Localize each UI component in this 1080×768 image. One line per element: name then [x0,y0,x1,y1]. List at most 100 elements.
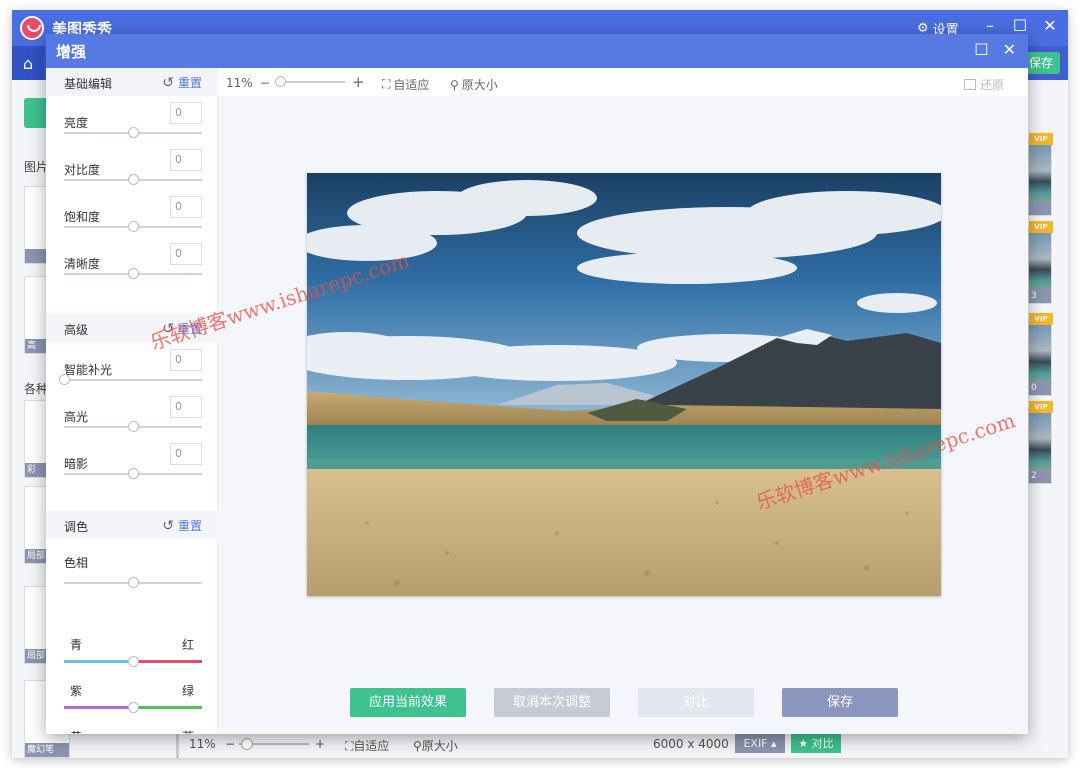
zoom-minus-icon[interactable]: − [225,737,235,751]
maximize-icon[interactable]: ☐ [974,40,988,59]
zoom-slider[interactable] [275,76,345,87]
slider-label: 亮度 [64,116,89,130]
fit-button[interactable]: ⛶ 自适应 [382,76,429,93]
magnifier-icon: ⚲ [413,739,422,753]
dialog-window-controls: ☐ ✕ [974,40,1016,59]
section-basic-title: 基础编辑 [64,77,113,91]
slider-track[interactable] [59,374,202,385]
slider-track[interactable] [64,468,202,479]
zoom-plus-icon[interactable]: + [315,737,325,751]
cancel-adjust-button[interactable]: 取消本次调整 [494,688,610,717]
slider-label: 饱和度 [64,210,101,224]
slider-track[interactable] [64,421,202,432]
slider-row: 高光 0 [46,396,218,442]
slider-label: 暗影 [64,457,89,471]
landscape-photo-image [307,173,941,596]
color-balance-row: 青红 [46,636,218,676]
slider-knob[interactable] [128,421,139,432]
magnifier-icon: ⚲ [450,77,459,92]
slider-value-input[interactable]: 0 [170,196,202,218]
slider-knob[interactable] [128,127,139,138]
basic-reset-button[interactable]: ↺ 重置 [162,74,202,91]
reset-icon: ↺ [162,320,174,337]
slider-value-input[interactable]: 0 [170,443,202,465]
close-icon[interactable]: ✕ [1042,16,1058,35]
status-resolution: 6000 x 4000 [653,737,729,751]
slider-label: 高光 [64,410,89,424]
fit-icon: ⛶ [382,77,391,91]
section-advanced-header: 高级 ↺ 重置 [46,314,218,342]
image-icon [963,79,976,90]
color-balance-row: 黄蓝 [46,728,218,734]
left-label-pictures: 图片 [24,160,49,174]
status-fit-button[interactable]: ⛶自适应 [345,737,389,754]
color-balance-knob[interactable] [128,656,139,667]
close-icon[interactable]: ✕ [1003,40,1016,59]
slider-knob[interactable] [59,374,70,385]
slider-knob[interactable] [128,221,139,232]
enhance-dialog: 增强 ☐ ✕ 基础编辑 ↺ 重置 亮度 0 对比度 0 饱和度 0 清晰度 0 高级 ↺ 重置 智… [46,34,1028,734]
color-right-label: 绿 [181,684,194,698]
slider-knob[interactable] [128,268,139,279]
slider-value-input[interactable]: 0 [170,349,202,371]
zoom-slider-knob[interactable] [275,76,286,87]
slider-value-input[interactable]: 0 [170,243,202,265]
slider-knob[interactable] [128,174,139,185]
status-original-button[interactable]: ⚲原大小 [413,737,458,754]
color-balance-knob[interactable] [128,702,139,713]
slider-label: 清晰度 [64,257,101,271]
home-icon[interactable]: ⌂ [12,46,44,80]
color-reset-button[interactable]: ↺ 重置 [162,517,202,534]
section-color-title: 调色 [64,520,89,534]
slider-knob[interactable] [128,468,139,479]
slider-row: 智能补光 0 [46,349,218,395]
zoom-level: 11% [226,76,253,90]
dialog-actions: 应用当前效果 取消本次调整 对比 保存 [218,688,1028,718]
hue-label: 色相 [64,556,89,570]
apply-effect-button[interactable]: 应用当前效果 [350,688,466,717]
right-thumb[interactable]: VIP 3 [1028,221,1053,304]
left-label-various: 各种 [24,382,49,396]
status-zoom-slider[interactable] [239,738,309,750]
slider-label: 智能补光 [64,363,113,377]
right-thumb[interactable]: VIP [1028,133,1053,216]
image-canvas[interactable] [218,96,1028,734]
color-right-label: 红 [181,638,194,652]
restore-button[interactable]: 还原 [963,76,1004,93]
slider-track[interactable] [64,174,202,185]
hue-slider[interactable] [64,577,202,588]
slider-row: 亮度 0 [46,102,218,148]
right-thumb[interactable]: VIP 0 [1028,313,1053,396]
main-status-bar: 11% − + ⛶自适应 ⚲原大小 6000 x 4000 EXIF ▴ ★ 对… [176,730,1056,758]
slider-label: 对比度 [64,163,101,177]
hue-slider-knob[interactable] [128,577,139,588]
right-thumb[interactable]: VIP 2 [1028,401,1053,484]
color-right-label: 蓝 [182,728,194,734]
reset-icon: ↺ [162,74,174,91]
reset-icon: ↺ [162,517,174,534]
minimize-icon[interactable]: – [982,16,998,35]
slider-track[interactable] [64,221,202,232]
save-button[interactable]: 保存 [782,688,898,717]
dialog-toolbar: 11% − + ⛶ 自适应 ⚲ 原大小 还原 [218,68,1028,96]
maximize-icon[interactable]: ☐ [1012,16,1028,35]
color-balance-slider[interactable] [64,702,202,713]
compare-button[interactable]: 对比 [638,688,754,717]
status-zoom: 11% [189,737,216,751]
color-balance-slider[interactable] [64,656,202,667]
advanced-reset-button[interactable]: ↺ 重置 [162,320,202,337]
zoom-plus-icon[interactable]: + [352,73,365,91]
slider-value-input[interactable]: 0 [170,396,202,418]
exif-button[interactable]: EXIF ▴ [735,734,785,753]
slider-track[interactable] [64,268,202,279]
zoom-minus-icon[interactable]: − [260,76,270,90]
slider-value-input[interactable]: 0 [170,102,202,124]
slider-row: 暗影 0 [46,443,218,489]
color-left-label: 黄 [70,728,82,734]
dialog-title: 增强 [56,43,87,61]
original-size-button[interactable]: ⚲ 原大小 [450,76,498,93]
section-basic-header: 基础编辑 ↺ 重置 [46,68,218,96]
main-compare-button[interactable]: ★ 对比 [791,734,841,753]
slider-value-input[interactable]: 0 [170,149,202,171]
slider-track[interactable] [64,127,202,138]
